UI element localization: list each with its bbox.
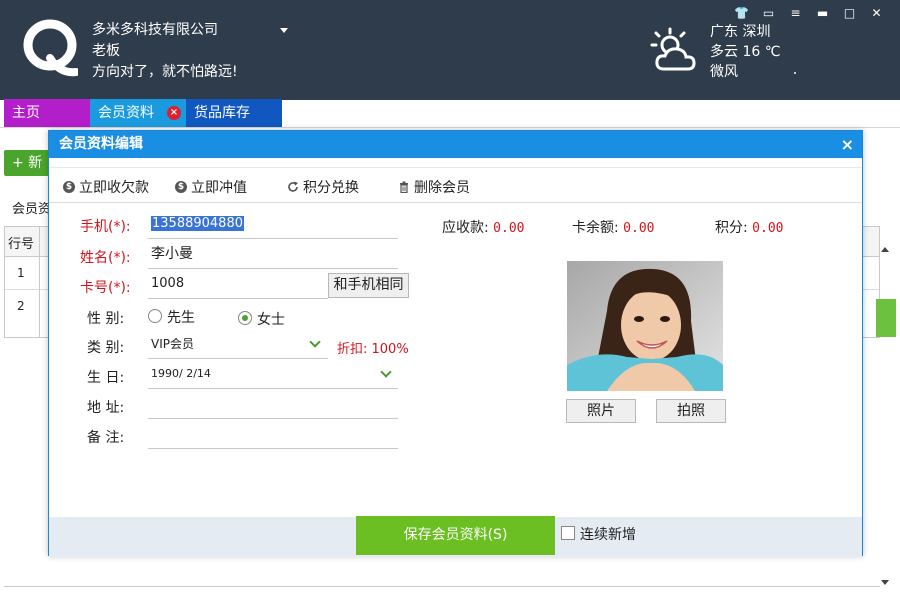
address-field[interactable]: [148, 391, 398, 419]
select-photo-button[interactable]: 照片: [566, 399, 636, 423]
menu-icon[interactable]: ≡: [782, 4, 809, 22]
continuous-add-label: 连续新增: [580, 527, 636, 543]
gender-female-radio[interactable]: [238, 311, 252, 325]
card-label: 卡号(*):: [80, 280, 131, 296]
row-number: 1: [17, 266, 25, 280]
company-info: 多米多科技有限公司 老板 方向对了，就不怕路远!: [92, 20, 288, 83]
discount-text: 折扣: 100%: [337, 342, 409, 357]
dialog-title-bar[interactable]: 会员资料编辑 ×: [49, 131, 862, 158]
tab-label: 会员资料: [98, 105, 154, 121]
card-field[interactable]: 1008: [148, 271, 328, 299]
dollar-circle-icon: $: [175, 181, 187, 193]
phone-field[interactable]: 13588904880: [148, 211, 398, 239]
card-balance-value: 0.00: [623, 221, 655, 236]
q-logo-icon: [23, 19, 78, 77]
trash-icon: [400, 181, 408, 193]
window-controls: 👕 ▭ ≡ ▬ □ ✕: [728, 4, 890, 22]
dialog-title: 会员资料编辑: [59, 136, 143, 152]
gender-male-radio[interactable]: [148, 309, 162, 323]
receivable-label: 应收款:: [442, 220, 489, 236]
add-member-button[interactable]: + 新: [4, 150, 54, 176]
tab-stock[interactable]: 货品库存: [186, 99, 282, 127]
phone-label: 手机(*):: [80, 219, 131, 235]
partly-cloudy-icon: [650, 27, 696, 71]
user-role: 老板: [92, 43, 120, 59]
member-photo: [567, 261, 723, 391]
chevron-down-icon: [380, 366, 392, 378]
chevron-down-icon: [309, 336, 321, 348]
page-crumb: 会员资: [12, 202, 52, 217]
column-header-row-number: 行号: [8, 237, 35, 252]
chevron-down-icon[interactable]: [280, 28, 288, 33]
slogan: 方向对了，就不怕路远!: [92, 64, 238, 80]
tab-label: 主页: [12, 105, 40, 121]
divider: [4, 586, 880, 587]
gender-female-label: 女士: [257, 312, 285, 328]
toolbar-label: 立即收欠款: [79, 180, 149, 196]
app-header: 多米多科技有限公司 老板 方向对了，就不怕路远! 广东 深圳 多云 16 ℃ 微…: [0, 0, 900, 100]
points-label: 积分:: [715, 220, 748, 236]
separator-dot: [794, 72, 796, 74]
same-as-phone-button[interactable]: 和手机相同: [328, 273, 409, 298]
note-field[interactable]: [148, 421, 398, 449]
tab-close-icon[interactable]: ×: [167, 106, 181, 120]
tab-home[interactable]: 主页: [4, 99, 90, 127]
toolbar-label: 积分兑换: [303, 180, 359, 196]
birthday-label: 生 日:: [87, 370, 125, 386]
collect-debt-button[interactable]: $ 立即收欠款: [63, 177, 149, 197]
toolbar-label: 删除会员: [414, 180, 470, 196]
gender-label: 性 别:: [87, 311, 125, 327]
category-select[interactable]: VIP会员: [148, 331, 328, 359]
weather-condition: 多云 16 ℃: [710, 44, 781, 60]
dialog-toolbar: $ 立即收欠款 $ 立即冲值 积分兑换 删除会员: [49, 167, 862, 203]
continuous-add-checkbox[interactable]: [561, 526, 575, 540]
save-member-button[interactable]: 保存会员资料(S): [356, 516, 555, 555]
recharge-button[interactable]: $ 立即冲值: [175, 177, 247, 197]
skin-icon[interactable]: 👕: [728, 4, 755, 22]
minimize-icon[interactable]: ▬: [809, 4, 836, 22]
message-icon[interactable]: ▭: [755, 4, 782, 22]
name-label: 姓名(*):: [80, 250, 131, 266]
birthday-picker[interactable]: 1990/ 2/14: [148, 361, 398, 389]
company-name[interactable]: 多米多科技有限公司: [92, 20, 238, 41]
category-label: 类 别:: [87, 340, 125, 356]
name-field[interactable]: 李小曼: [148, 241, 398, 269]
dialog-close-icon[interactable]: ×: [841, 131, 854, 158]
tab-bar: 主页 会员资料 × 货品库存: [4, 99, 282, 127]
close-icon[interactable]: ✕: [863, 4, 890, 22]
points-exchange-button[interactable]: 积分兑换: [287, 177, 359, 197]
receivable-value: 0.00: [493, 221, 525, 236]
delete-member-button[interactable]: 删除会员: [398, 177, 470, 197]
member-edit-dialog: 会员资料编辑 × $ 立即收欠款 $ 立即冲值 积分兑换 删除会员 手机(*):…: [48, 130, 863, 557]
receivable-stat: 应收款: 0.00: [442, 217, 524, 237]
row-number: 2: [17, 299, 25, 313]
weather-info: 广东 深圳 多云 16 ℃ 微风: [710, 22, 796, 82]
card-balance-stat: 卡余额: 0.00: [572, 217, 654, 237]
vertical-scrollbar[interactable]: [878, 246, 892, 586]
weather-wind: 微风: [710, 64, 738, 80]
dollar-circle-icon: $: [63, 181, 75, 193]
refresh-icon: [288, 181, 298, 192]
note-label: 备 注:: [87, 430, 125, 446]
phone-value: 13588904880: [151, 216, 244, 231]
points-value: 0.00: [752, 221, 784, 236]
column-divider: [39, 227, 40, 337]
tab-label: 货品库存: [194, 105, 250, 121]
gender-male-label: 先生: [167, 310, 195, 326]
maximize-icon[interactable]: □: [836, 4, 863, 22]
weather-location: 广东 深圳: [710, 24, 771, 40]
take-photo-button[interactable]: 拍照: [656, 399, 726, 423]
tab-member-info[interactable]: 会员资料 ×: [90, 99, 186, 127]
toolbar-label: 立即冲值: [191, 180, 247, 196]
points-stat: 积分: 0.00: [715, 217, 783, 237]
category-value: VIP会员: [151, 337, 194, 351]
card-balance-label: 卡余额:: [572, 220, 619, 236]
address-label: 地 址:: [87, 400, 125, 416]
birthday-value: 1990/ 2/14: [151, 367, 211, 380]
